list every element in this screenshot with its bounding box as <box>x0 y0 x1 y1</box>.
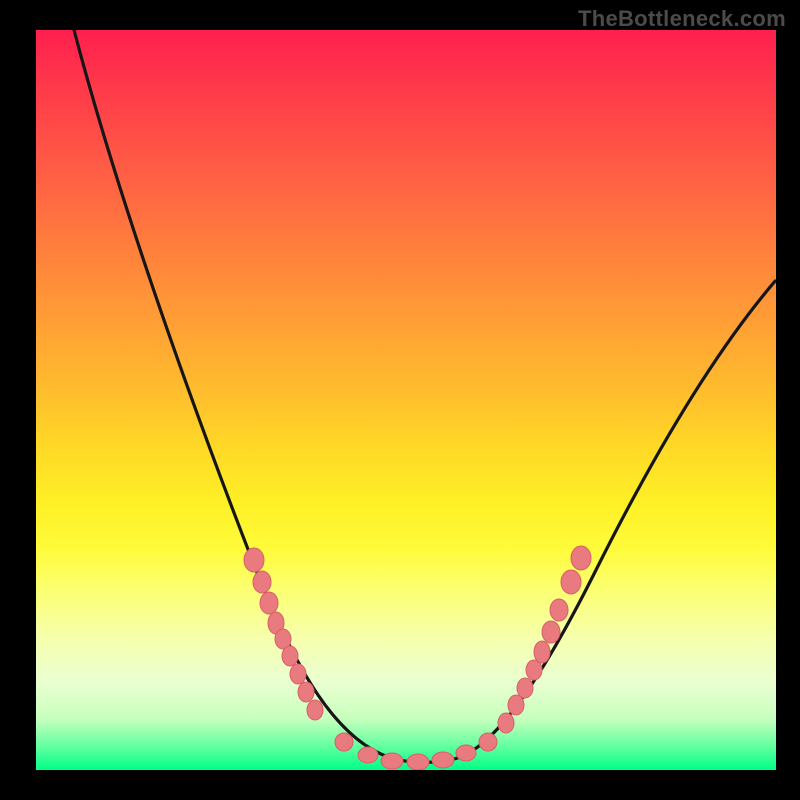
dot <box>282 646 298 666</box>
watermark-text: TheBottleneck.com <box>578 6 786 32</box>
dot <box>381 753 403 769</box>
dot <box>479 733 497 751</box>
bottleneck-curve <box>74 30 776 762</box>
dot <box>517 678 533 698</box>
dot <box>542 621 560 643</box>
dot <box>498 713 514 733</box>
dot <box>534 641 550 663</box>
dot <box>298 682 314 702</box>
dot <box>407 754 429 770</box>
valley-cluster <box>335 733 497 770</box>
dot <box>508 695 524 715</box>
dot <box>244 548 264 572</box>
dot <box>290 664 306 684</box>
plot-area <box>36 30 776 770</box>
dot <box>561 570 581 594</box>
dot <box>358 747 378 763</box>
dot <box>571 546 591 570</box>
left-cluster <box>244 548 323 720</box>
dot <box>253 571 271 593</box>
dot <box>432 752 454 768</box>
dot <box>335 733 353 751</box>
curve-layer <box>36 30 776 770</box>
dot <box>456 745 476 761</box>
dot <box>550 599 568 621</box>
right-cluster <box>498 546 591 733</box>
dot <box>307 700 323 720</box>
chart-frame: TheBottleneck.com <box>0 0 800 800</box>
dot <box>260 592 278 614</box>
